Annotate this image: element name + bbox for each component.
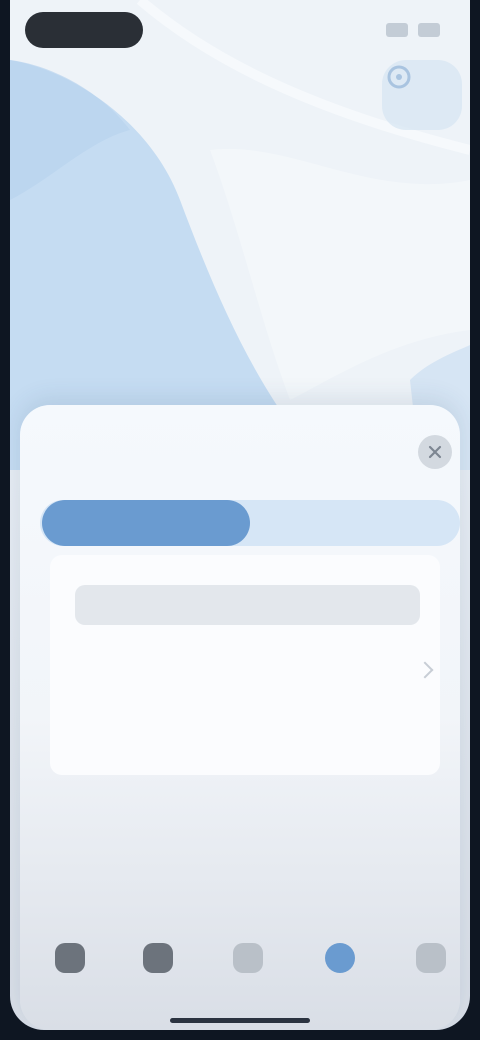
sheet-title xyxy=(180,435,310,465)
tab-4[interactable] xyxy=(317,935,363,981)
home-indicator xyxy=(170,1018,310,1023)
tab-icon-5 xyxy=(416,943,446,973)
status-pill[interactable] xyxy=(25,12,143,48)
chevron-right-icon xyxy=(416,661,434,679)
content-card xyxy=(50,555,440,775)
tab-icon-1 xyxy=(55,943,85,973)
tab-icon-4 xyxy=(325,943,355,973)
tab-3[interactable] xyxy=(225,935,271,981)
map-view[interactable] xyxy=(10,0,470,470)
tab-icon-2 xyxy=(143,943,173,973)
tab-bar xyxy=(20,915,460,1005)
phone-frame xyxy=(0,0,480,1040)
card-note xyxy=(180,710,340,730)
locate-button[interactable] xyxy=(382,60,462,130)
search-field[interactable] xyxy=(75,585,420,625)
locate-icon xyxy=(387,65,411,89)
status-bar xyxy=(10,0,470,60)
segment-2[interactable] xyxy=(280,500,430,546)
signal-icon xyxy=(386,23,408,37)
list-item[interactable] xyxy=(75,650,435,690)
bottom-sheet xyxy=(20,405,460,1030)
tab-1[interactable] xyxy=(47,935,93,981)
segment-1[interactable] xyxy=(42,500,250,546)
tab-icon-3 xyxy=(233,943,263,973)
segmented-control xyxy=(40,500,460,546)
sheet-header xyxy=(20,405,460,495)
close-button[interactable] xyxy=(418,435,452,469)
battery-icon xyxy=(418,23,440,37)
close-icon xyxy=(428,445,442,459)
list-item-label xyxy=(120,660,210,680)
tab-2[interactable] xyxy=(135,935,181,981)
app-screen xyxy=(10,0,470,1030)
status-icons xyxy=(386,18,440,42)
tab-5[interactable] xyxy=(408,935,454,981)
